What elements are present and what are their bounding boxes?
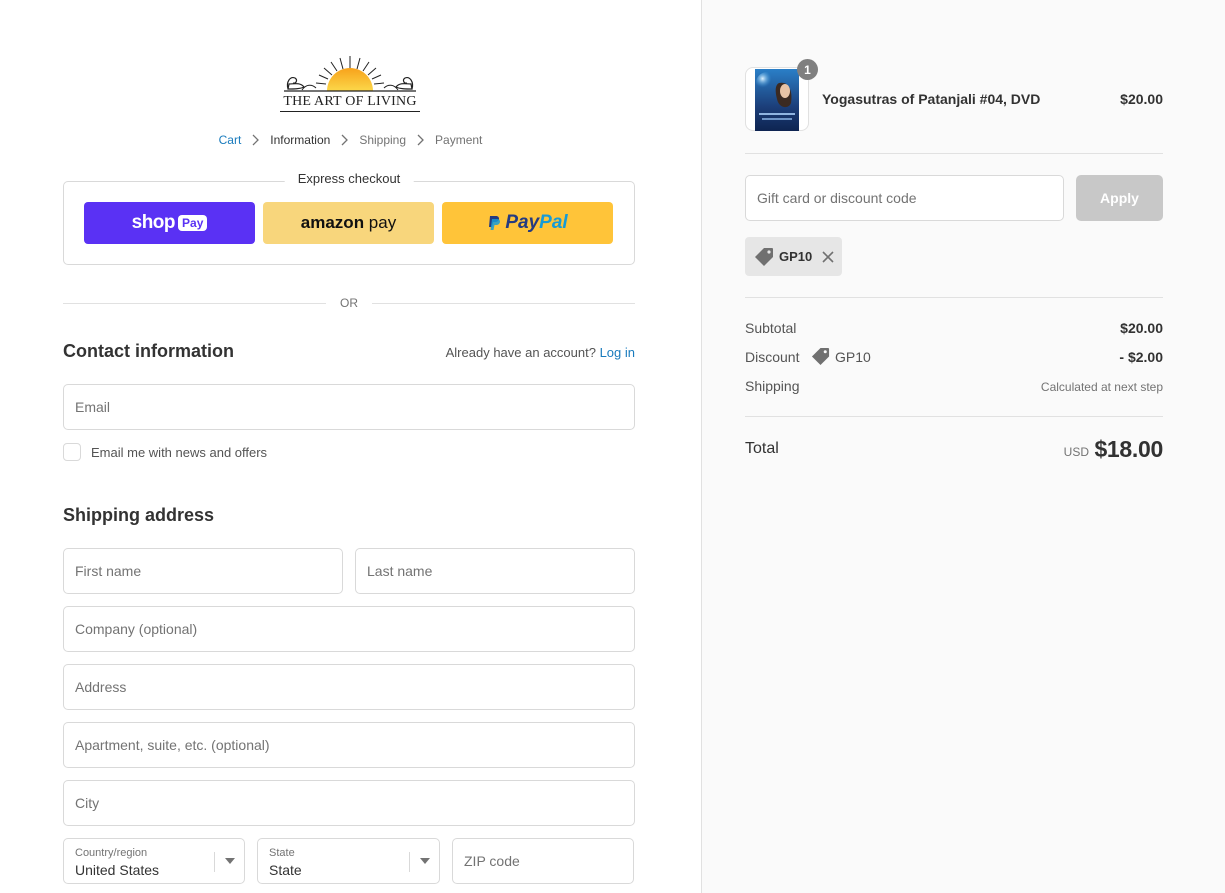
- logo-text: THE ART OF LIVING: [280, 94, 420, 112]
- country-select-label: Country/region: [75, 847, 148, 859]
- email-field[interactable]: [63, 384, 635, 430]
- company-field[interactable]: [63, 606, 635, 652]
- tag-icon: [811, 347, 830, 366]
- checkout-main-panel: THE ART OF LIVING Cart Information Shipp…: [0, 0, 701, 893]
- total-value: $18.00: [1094, 436, 1163, 462]
- breadcrumb-cart[interactable]: Cart: [219, 133, 242, 147]
- last-name-input[interactable]: [356, 549, 634, 593]
- divider: [745, 416, 1163, 417]
- breadcrumb: Cart Information Shipping Payment: [0, 133, 701, 147]
- divider: [745, 297, 1163, 298]
- paypal-button[interactable]: PayPal: [442, 202, 613, 244]
- shipping-address-title: Shipping address: [63, 505, 215, 525]
- breadcrumb-payment: Payment: [435, 133, 483, 147]
- first-name-field[interactable]: [63, 548, 343, 594]
- breadcrumb-shipping: Shipping: [359, 133, 407, 147]
- apply-discount-button[interactable]: Apply: [1076, 175, 1163, 221]
- divider: [745, 153, 1163, 154]
- first-name-input[interactable]: [64, 549, 342, 593]
- discount-code-text: GP10: [835, 348, 871, 365]
- newsletter-option: Email me with news and offers: [63, 443, 267, 461]
- subtotal-label: Subtotal: [745, 320, 797, 336]
- city-field[interactable]: [63, 780, 635, 826]
- amazon-pay-button[interactable]: amazon pay: [263, 202, 434, 244]
- shipping-value: Calculated at next step: [1040, 380, 1163, 394]
- quantity-badge: 1: [797, 59, 818, 80]
- login-prompt: Already have an account? Log in: [446, 345, 635, 360]
- discount-code-field[interactable]: [745, 175, 1064, 221]
- chevron-right-icon: [341, 134, 349, 146]
- newsletter-label: Email me with news and offers: [91, 444, 268, 460]
- sun-swans-icon: [284, 56, 416, 92]
- state-select-label: State: [269, 847, 295, 859]
- subtotal-value: $20.00: [1120, 320, 1163, 336]
- zip-field[interactable]: [452, 838, 634, 884]
- city-input[interactable]: [64, 781, 634, 825]
- art-of-living-logo[interactable]: THE ART OF LIVING: [280, 54, 420, 116]
- breadcrumb-information: Information: [270, 133, 331, 147]
- discount-code-tag: GP10: [811, 347, 871, 366]
- applied-discount-code: GP10: [779, 249, 813, 264]
- country-select-value: United States: [75, 862, 160, 878]
- company-input[interactable]: [64, 607, 634, 651]
- chevron-right-icon: [252, 134, 260, 146]
- product-price: $20.00: [1120, 91, 1163, 107]
- amazon-pay-wordmark: amazon pay: [300, 213, 397, 232]
- shop-pay-wordmark: shop: [131, 212, 176, 233]
- address-input[interactable]: [64, 665, 634, 709]
- paypal-icon: [489, 215, 501, 230]
- discount-label: Discount: [745, 349, 800, 365]
- product-name: Yogasutras of Patanjali #04, DVD: [822, 91, 1041, 107]
- state-select-value: State: [269, 862, 302, 878]
- or-divider-text: OR: [340, 296, 358, 310]
- total-currency: USD: [1063, 445, 1089, 459]
- shop-pay-button[interactable]: shop Pay: [84, 202, 255, 244]
- total-label: Total: [745, 440, 779, 457]
- caret-down-icon: [225, 858, 235, 864]
- address-field[interactable]: [63, 664, 635, 710]
- discount-value: - $2.00: [1119, 349, 1163, 365]
- shop-pay-badge: Pay: [178, 215, 208, 231]
- express-checkout-box: Express checkout shop Pay amazon pay Pay…: [63, 171, 635, 265]
- or-divider: OR: [63, 296, 635, 310]
- newsletter-checkbox[interactable]: [63, 443, 81, 461]
- zip-input[interactable]: [453, 839, 633, 883]
- contact-information-title: Contact information: [63, 341, 234, 361]
- remove-discount-close-icon[interactable]: [821, 250, 835, 264]
- paypal-wordmark: PayPal: [505, 212, 568, 233]
- apartment-input[interactable]: [64, 723, 634, 767]
- tag-icon: [755, 247, 773, 266]
- email-input[interactable]: [64, 385, 634, 429]
- login-prompt-text: Already have an account?: [445, 345, 596, 360]
- chevron-right-icon: [417, 134, 424, 146]
- discount-code-input[interactable]: [746, 176, 1063, 220]
- apartment-field[interactable]: [63, 722, 635, 768]
- state-select[interactable]: State State: [257, 838, 440, 884]
- country-select[interactable]: Country/region United States: [63, 838, 245, 884]
- login-link[interactable]: Log in: [600, 345, 635, 360]
- shipping-label: Shipping: [745, 378, 800, 394]
- express-checkout-title: Express checkout: [284, 171, 414, 186]
- applied-discount-chip: GP10: [745, 237, 842, 276]
- last-name-field[interactable]: [355, 548, 635, 594]
- caret-down-icon: [420, 858, 430, 864]
- product-thumbnail: 1: [745, 59, 818, 131]
- dvd-cover-image: [755, 69, 799, 131]
